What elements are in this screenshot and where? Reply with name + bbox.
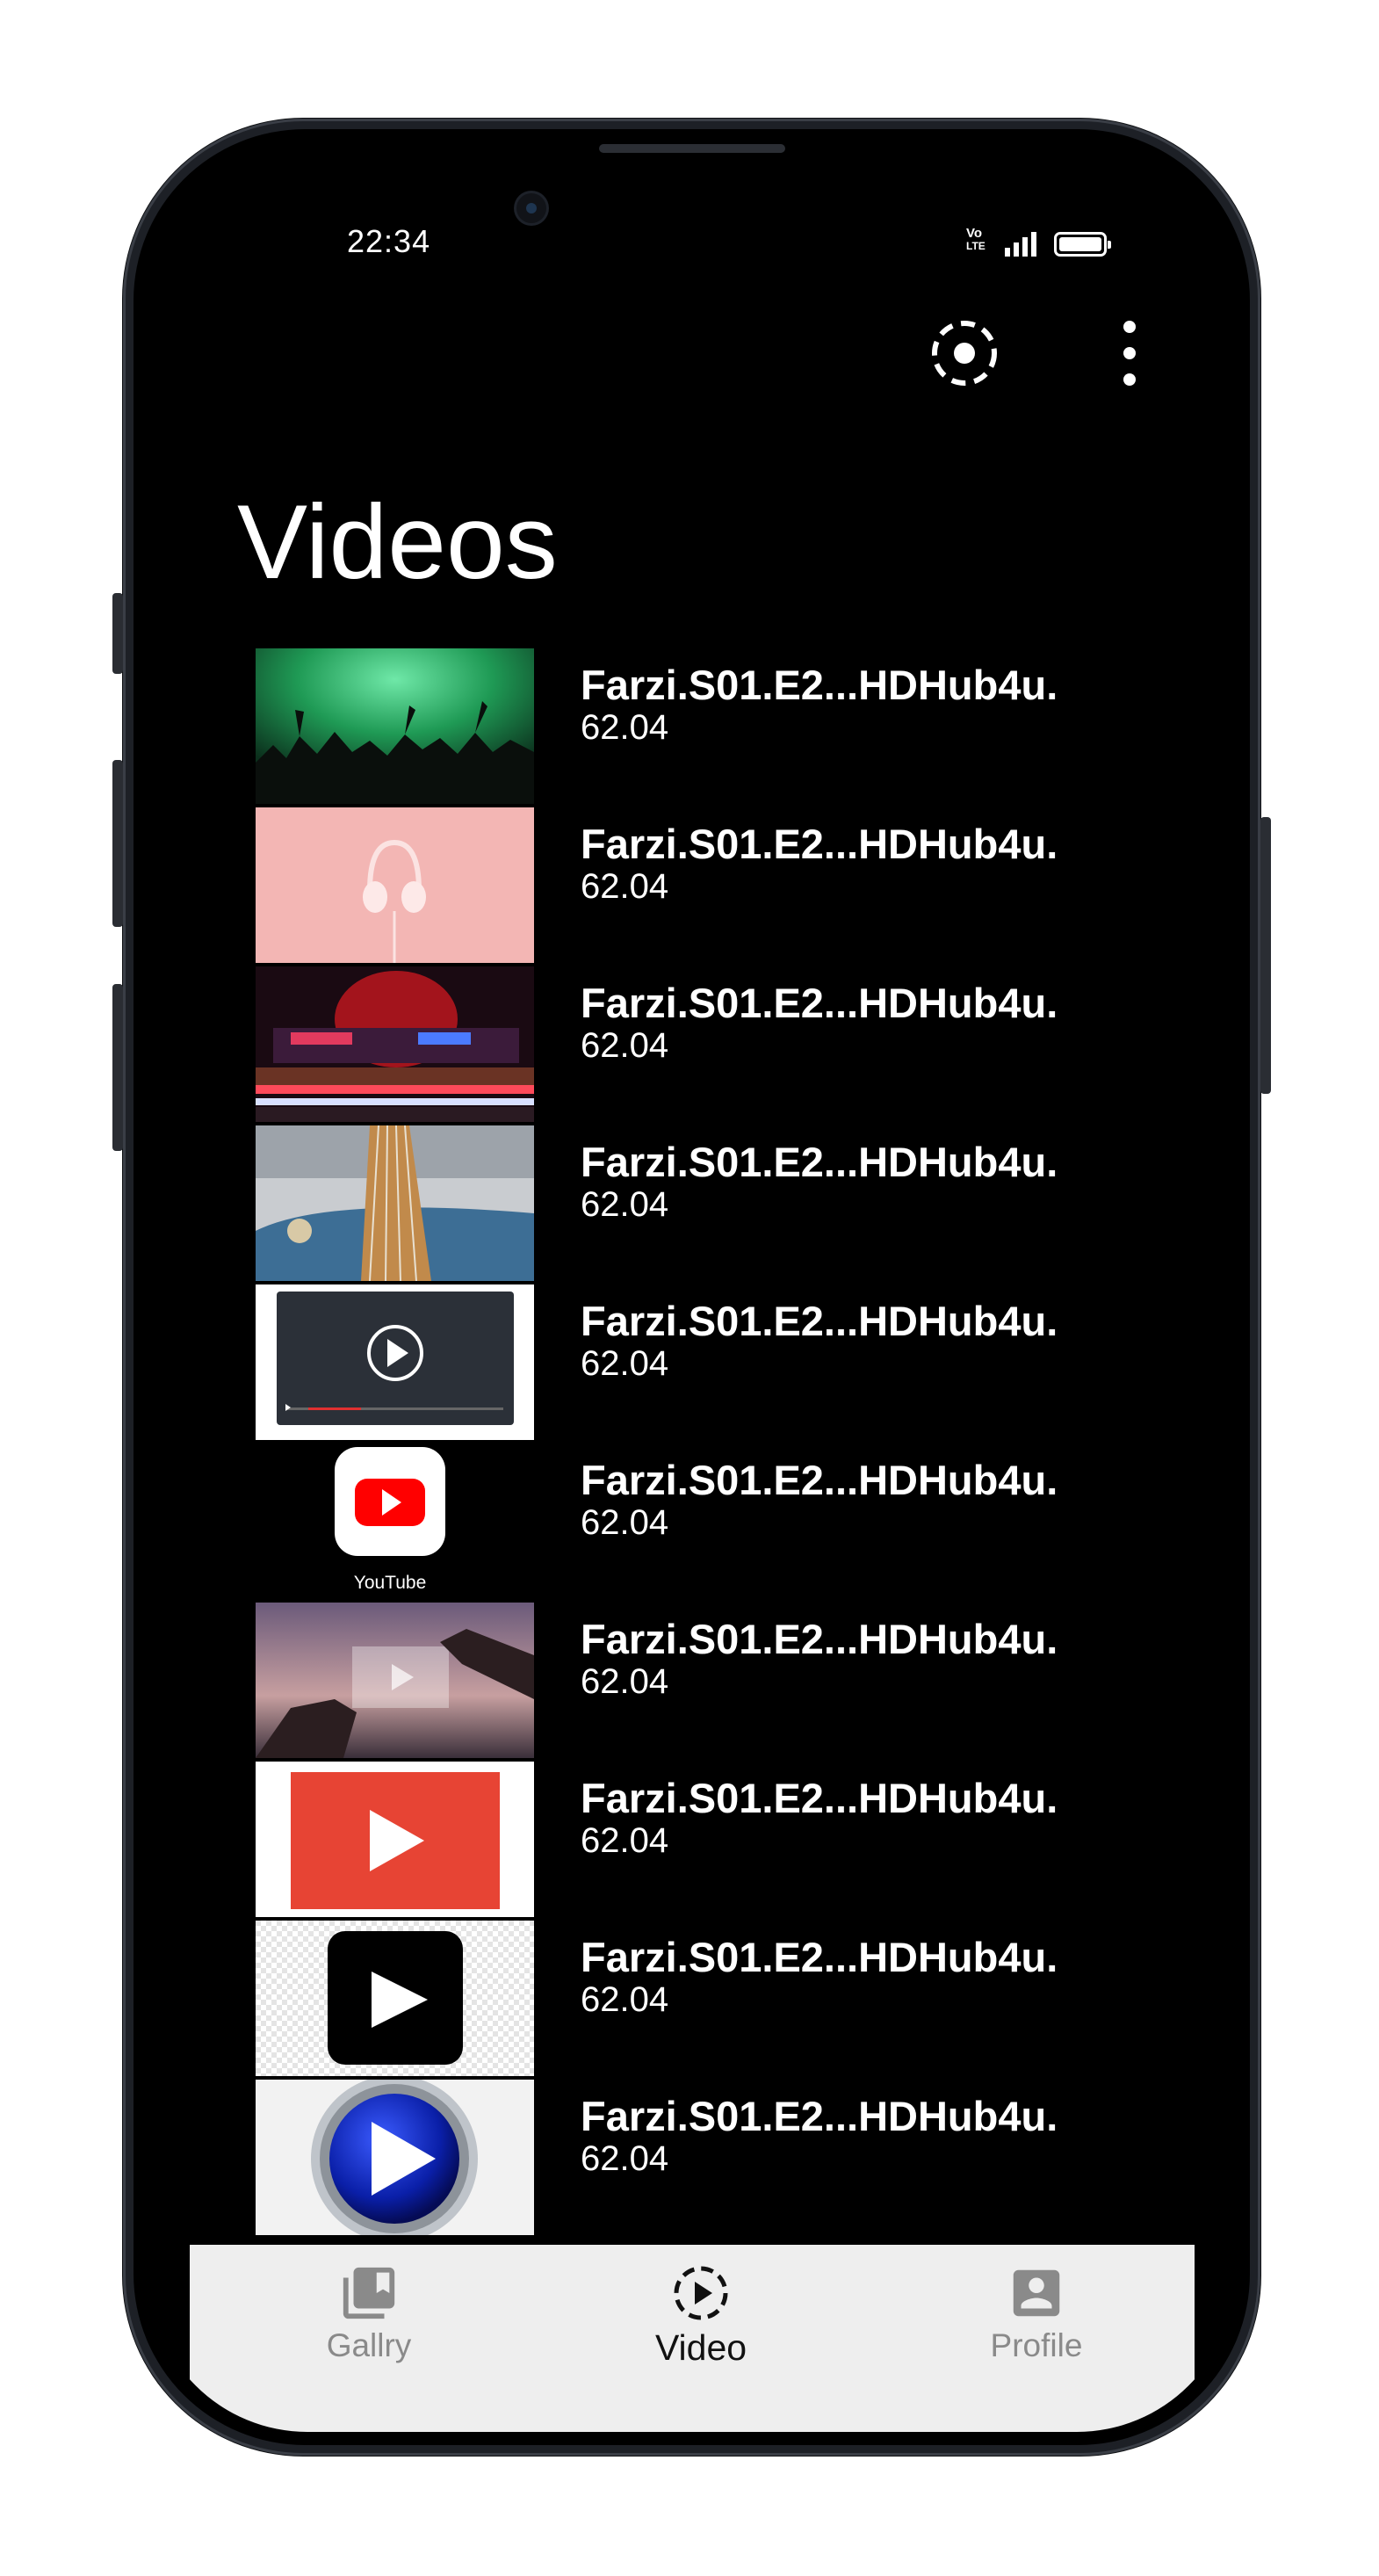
video-title: Farzi.S01.E2...HDHub4u. bbox=[581, 1616, 1058, 1662]
volte-badge-top: Vo bbox=[966, 226, 983, 241]
video-thumbnail[interactable] bbox=[256, 648, 534, 804]
video-thumbnail[interactable] bbox=[256, 966, 534, 1122]
youtube-caption: YouTube bbox=[354, 1573, 427, 1593]
video-list-item[interactable]: Farzi.S01.E2...HDHub4u. 62.04 bbox=[256, 965, 1134, 1124]
video-title: Farzi.S01.E2...HDHub4u. bbox=[581, 2093, 1058, 2139]
video-list: Farzi.S01.E2...HDHub4u. 62.04 Farzi.S01.… bbox=[256, 647, 1134, 2237]
play-circle-dashed-icon bbox=[674, 2266, 728, 2320]
video-size: 62.04 bbox=[581, 2139, 669, 2178]
video-title: Farzi.S01.E2...HDHub4u. bbox=[581, 1298, 1058, 1344]
screen: 22:34 Vo LTE Videos Farzi.S01.E2...HDHub… bbox=[149, 142, 1235, 2432]
side-button-volume-up bbox=[112, 760, 123, 927]
video-thumbnail[interactable] bbox=[256, 1762, 534, 1917]
video-title: Farzi.S01.E2...HDHub4u. bbox=[581, 980, 1058, 1026]
video-thumbnail[interactable]: YouTube bbox=[256, 1444, 534, 1599]
video-thumbnail[interactable] bbox=[256, 2080, 534, 2235]
video-title: Farzi.S01.E2...HDHub4u. bbox=[581, 1775, 1058, 1821]
video-title: Farzi.S01.E2...HDHub4u. bbox=[581, 1457, 1058, 1503]
side-button-silent bbox=[112, 593, 123, 674]
photo-library-icon bbox=[343, 2267, 395, 2319]
video-size: 62.04 bbox=[581, 867, 669, 906]
video-thumbnail[interactable] bbox=[256, 1284, 534, 1440]
video-title: Farzi.S01.E2...HDHub4u. bbox=[581, 662, 1058, 708]
video-list-item[interactable]: Farzi.S01.E2...HDHub4u. 62.04 bbox=[256, 1283, 1134, 1442]
video-list-item[interactable]: Farzi.S01.E2...HDHub4u. 62.04 bbox=[256, 1124, 1134, 1283]
account-box-icon bbox=[1013, 2269, 1060, 2317]
video-list-item[interactable]: Farzi.S01.E2...HDHub4u. 62.04 bbox=[256, 2078, 1134, 2237]
signal-icon bbox=[1005, 232, 1036, 257]
dashed-circle-icon[interactable] bbox=[929, 318, 1000, 388]
video-size: 62.04 bbox=[581, 1026, 669, 1065]
video-thumbnail[interactable] bbox=[256, 807, 534, 963]
battery-icon bbox=[1054, 232, 1111, 257]
status-time: 22:34 bbox=[347, 223, 431, 259]
video-thumbnail[interactable] bbox=[256, 1921, 534, 2076]
side-button-volume-down bbox=[112, 984, 123, 1151]
video-list-item[interactable]: Farzi.S01.E2...HDHub4u. 62.04 bbox=[256, 1760, 1134, 1919]
video-list-item[interactable]: Farzi.S01.E2...HDHub4u. 62.04 bbox=[256, 647, 1134, 806]
video-title: Farzi.S01.E2...HDHub4u. bbox=[581, 1934, 1058, 1980]
volte-badge: Vo LTE bbox=[966, 227, 993, 253]
page-title: Videos bbox=[237, 483, 558, 601]
earpiece-speaker bbox=[599, 144, 785, 153]
video-list-item[interactable]: Farzi.S01.E2...HDHub4u. 62.04 bbox=[256, 806, 1134, 965]
video-list-item[interactable]: Farzi.S01.E2...HDHub4u. 62.04 bbox=[256, 1601, 1134, 1760]
front-camera bbox=[516, 193, 546, 223]
nav-label-profile: Profile bbox=[990, 2327, 1083, 2363]
video-list-item[interactable]: YouTube Farzi.S01.E2...HDHub4u. 62.04 bbox=[256, 1442, 1134, 1601]
volte-badge-bottom: LTE bbox=[966, 240, 986, 252]
video-title: Farzi.S01.E2...HDHub4u. bbox=[581, 1139, 1058, 1185]
video-thumbnail[interactable] bbox=[256, 1125, 534, 1281]
video-size: 62.04 bbox=[581, 1980, 669, 2019]
video-thumbnail[interactable] bbox=[256, 1603, 534, 1758]
nav-item-video[interactable]: Video bbox=[587, 2262, 815, 2369]
video-size: 62.04 bbox=[581, 708, 669, 747]
more-vert-icon[interactable] bbox=[1112, 318, 1147, 388]
video-title: Farzi.S01.E2...HDHub4u. bbox=[581, 821, 1058, 867]
video-size: 62.04 bbox=[581, 1662, 669, 1701]
video-size: 62.04 bbox=[581, 1503, 669, 1542]
video-size: 62.04 bbox=[581, 1821, 669, 1860]
side-button-power bbox=[1260, 817, 1271, 1094]
nav-label-video: Video bbox=[654, 2327, 747, 2368]
nav-item-profile[interactable]: Profile bbox=[922, 2262, 1151, 2364]
video-list-item[interactable]: Farzi.S01.E2...HDHub4u. 62.04 bbox=[256, 1919, 1134, 2078]
nav-item-gallery[interactable]: Gallry bbox=[255, 2262, 483, 2364]
video-size: 62.04 bbox=[581, 1185, 669, 1224]
bottom-navigation: Gallry Video Profile bbox=[190, 2245, 1195, 2432]
nav-label-gallery: Gallry bbox=[326, 2327, 412, 2363]
video-size: 62.04 bbox=[581, 1344, 669, 1383]
